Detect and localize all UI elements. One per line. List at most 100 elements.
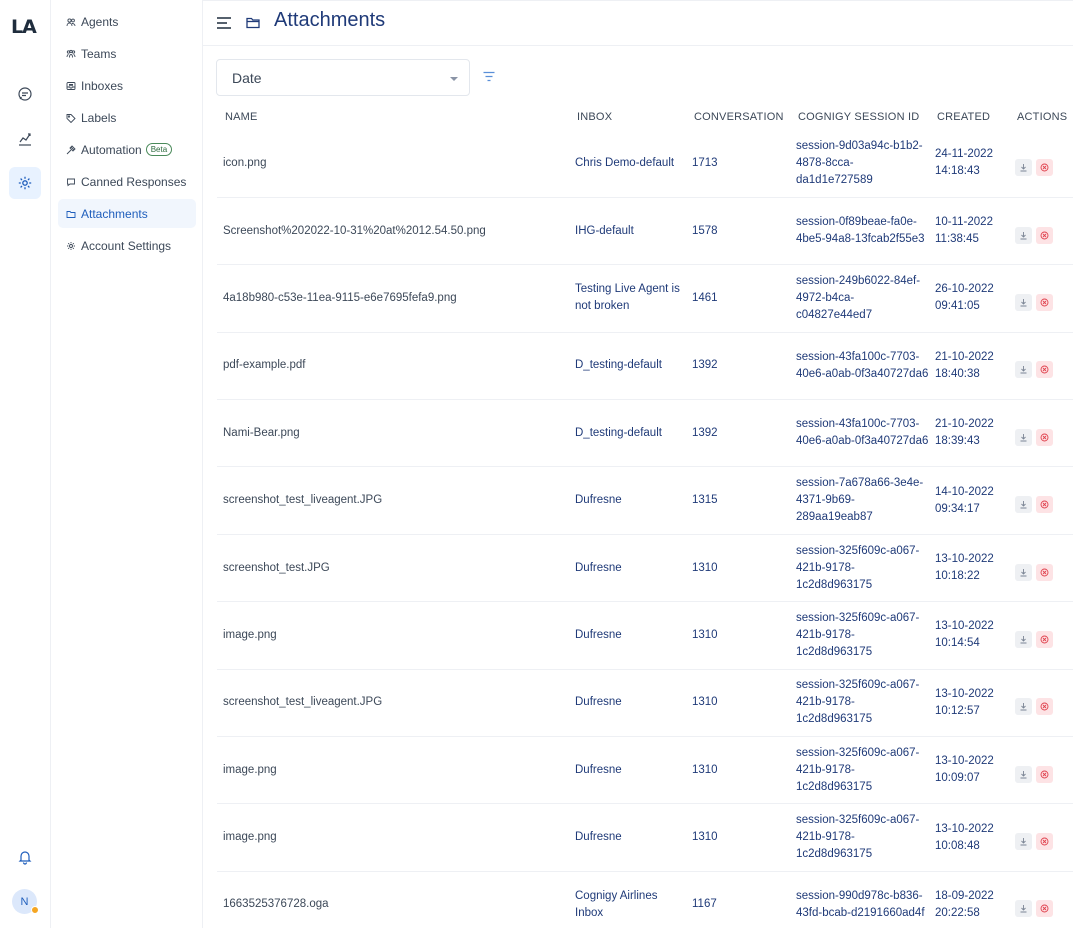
- actions-cell: [1009, 871, 1073, 928]
- chat-icon[interactable]: [9, 78, 41, 110]
- conversation-cell[interactable]: 1392: [686, 399, 790, 468]
- file-name-cell: image.png: [217, 803, 569, 872]
- actions-cell: [1009, 130, 1073, 198]
- column-header-created[interactable]: CREATED: [929, 104, 1009, 130]
- column-header-session-id[interactable]: COGNIGY SESSION ID: [790, 104, 929, 130]
- inbox-cell[interactable]: Chris Demo-default: [569, 130, 686, 198]
- sidebar-item-agents[interactable]: Agents: [58, 7, 196, 36]
- delete-button[interactable]: [1036, 833, 1053, 851]
- sidebar-item-account-settings[interactable]: Account Settings: [58, 231, 196, 260]
- delete-button[interactable]: [1036, 496, 1053, 514]
- created-cell: 21-10-2022 18:40:38: [929, 332, 1009, 401]
- delete-button[interactable]: [1036, 698, 1053, 716]
- delete-button[interactable]: [1036, 630, 1053, 648]
- sidebar-item-attachments[interactable]: Attachments: [58, 199, 196, 228]
- selected-value: Date: [232, 70, 262, 86]
- settings-icon[interactable]: [9, 167, 41, 199]
- download-button[interactable]: [1015, 293, 1032, 311]
- conversation-cell[interactable]: 1578: [686, 197, 790, 266]
- column-header-name[interactable]: NAME: [217, 104, 569, 130]
- download-button[interactable]: [1015, 428, 1032, 446]
- column-header-actions: ACTIONS: [1017, 111, 1068, 123]
- session-id-cell: session-325f609c-a067-421b-9178-1c2d8d96…: [790, 669, 929, 738]
- delete-button[interactable]: [1036, 293, 1053, 311]
- date-filter-select[interactable]: Date: [216, 59, 470, 96]
- inbox-cell[interactable]: Dufresne: [569, 803, 686, 872]
- bell-icon[interactable]: [9, 841, 41, 873]
- conversation-cell[interactable]: 1392: [686, 332, 790, 401]
- sidebar-item-automation[interactable]: Automation Beta: [58, 135, 196, 164]
- delete-button[interactable]: [1036, 428, 1053, 446]
- download-icon: [1019, 568, 1028, 577]
- conversation-cell[interactable]: 1315: [686, 466, 790, 535]
- table-row: image.png Dufresne 1310 session-325f609c-a0…: [217, 601, 1073, 670]
- inbox-icon: [66, 81, 76, 91]
- column-header-inbox[interactable]: INBOX: [569, 104, 686, 130]
- inbox-cell[interactable]: Dufresne: [569, 669, 686, 738]
- delete-button[interactable]: [1036, 158, 1053, 176]
- sidebar-item-label: Account Settings: [81, 238, 172, 253]
- sidebar-item-inboxes[interactable]: Inboxes: [58, 71, 196, 100]
- delete-button[interactable]: [1036, 900, 1053, 918]
- automation-icon: [66, 144, 76, 155]
- table-row: 4a18b980-c53e-11ea-9115-e6e7695fefa9.png…: [217, 264, 1073, 333]
- inbox-cell[interactable]: Dufresne: [569, 466, 686, 535]
- sidebar-item-canned-responses[interactable]: Canned Responses: [58, 167, 196, 196]
- conversation-cell[interactable]: 1310: [686, 669, 790, 738]
- download-icon: [1019, 635, 1028, 644]
- delete-icon: [1040, 433, 1049, 442]
- inbox-cell[interactable]: Dufresne: [569, 534, 686, 603]
- delete-button[interactable]: [1036, 226, 1053, 244]
- download-button[interactable]: [1015, 496, 1032, 514]
- file-name-cell: 1663525376728.oga: [217, 871, 569, 928]
- folder-icon: [246, 17, 260, 29]
- conversation-cell[interactable]: 1461: [686, 264, 790, 333]
- download-button[interactable]: [1015, 630, 1032, 648]
- download-icon: [1019, 837, 1028, 846]
- avatar[interactable]: N: [12, 889, 39, 914]
- conversation-cell[interactable]: 1310: [686, 534, 790, 603]
- file-name-cell: screenshot_test_liveagent.JPG: [217, 466, 569, 535]
- inbox-cell[interactable]: Dufresne: [569, 736, 686, 805]
- download-button[interactable]: [1015, 765, 1032, 783]
- delete-button[interactable]: [1036, 563, 1053, 581]
- created-cell: 18-09-2022 20:22:58: [929, 871, 1009, 928]
- download-button[interactable]: [1015, 226, 1032, 244]
- download-button[interactable]: [1015, 361, 1032, 379]
- avatar-initial: N: [20, 895, 29, 908]
- column-header-conversation[interactable]: CONVERSATION: [686, 104, 790, 130]
- sidebar-item-labels[interactable]: Labels: [58, 103, 196, 132]
- download-button[interactable]: [1015, 563, 1032, 581]
- delete-button[interactable]: [1036, 765, 1053, 783]
- delete-button[interactable]: [1036, 361, 1053, 379]
- sidebar-item-teams[interactable]: Teams: [58, 39, 196, 68]
- conversation-cell[interactable]: 1310: [686, 736, 790, 805]
- session-id-cell: session-9d03a94c-b1b2-4878-8cca-da1d1e72…: [790, 130, 929, 198]
- conversation-cell[interactable]: 1713: [686, 130, 790, 198]
- session-id-cell: session-0f89beae-fa0e-4be5-94a8-13fcab2f…: [790, 197, 929, 266]
- table-row: icon.png Chris Demo-default 1713 session-9d…: [217, 130, 1073, 198]
- inbox-cell[interactable]: Testing Live Agent is not broken: [569, 264, 686, 333]
- conversation-cell[interactable]: 1310: [686, 601, 790, 670]
- main-content: Attachments Date NAME INBOX CONVERSATION…: [203, 0, 1073, 928]
- download-button[interactable]: [1015, 900, 1032, 918]
- teams-icon: [66, 49, 76, 59]
- inbox-cell[interactable]: Dufresne: [569, 601, 686, 670]
- download-button[interactable]: [1015, 158, 1032, 176]
- download-button[interactable]: [1015, 698, 1032, 716]
- app-logo[interactable]: LA: [11, 16, 37, 38]
- table-row: screenshot_test_liveagent.JPG Dufresne 131…: [217, 466, 1073, 535]
- conversation-cell[interactable]: 1310: [686, 803, 790, 872]
- table-row: Nami-Bear.png D_testing-default 1392 sessio…: [217, 399, 1073, 468]
- download-button[interactable]: [1015, 833, 1032, 851]
- delete-icon: [1040, 635, 1049, 644]
- filter-icon[interactable]: [483, 71, 495, 82]
- inbox-cell[interactable]: Cognigy Airlines Inbox: [569, 871, 686, 928]
- chevron-down-icon: [450, 77, 458, 81]
- inbox-cell[interactable]: D_testing-default: [569, 399, 686, 468]
- inbox-cell[interactable]: D_testing-default: [569, 332, 686, 401]
- menu-icon[interactable]: [217, 17, 231, 29]
- conversation-cell[interactable]: 1167: [686, 871, 790, 928]
- inbox-cell[interactable]: IHG-default: [569, 197, 686, 266]
- reports-icon[interactable]: [9, 123, 41, 155]
